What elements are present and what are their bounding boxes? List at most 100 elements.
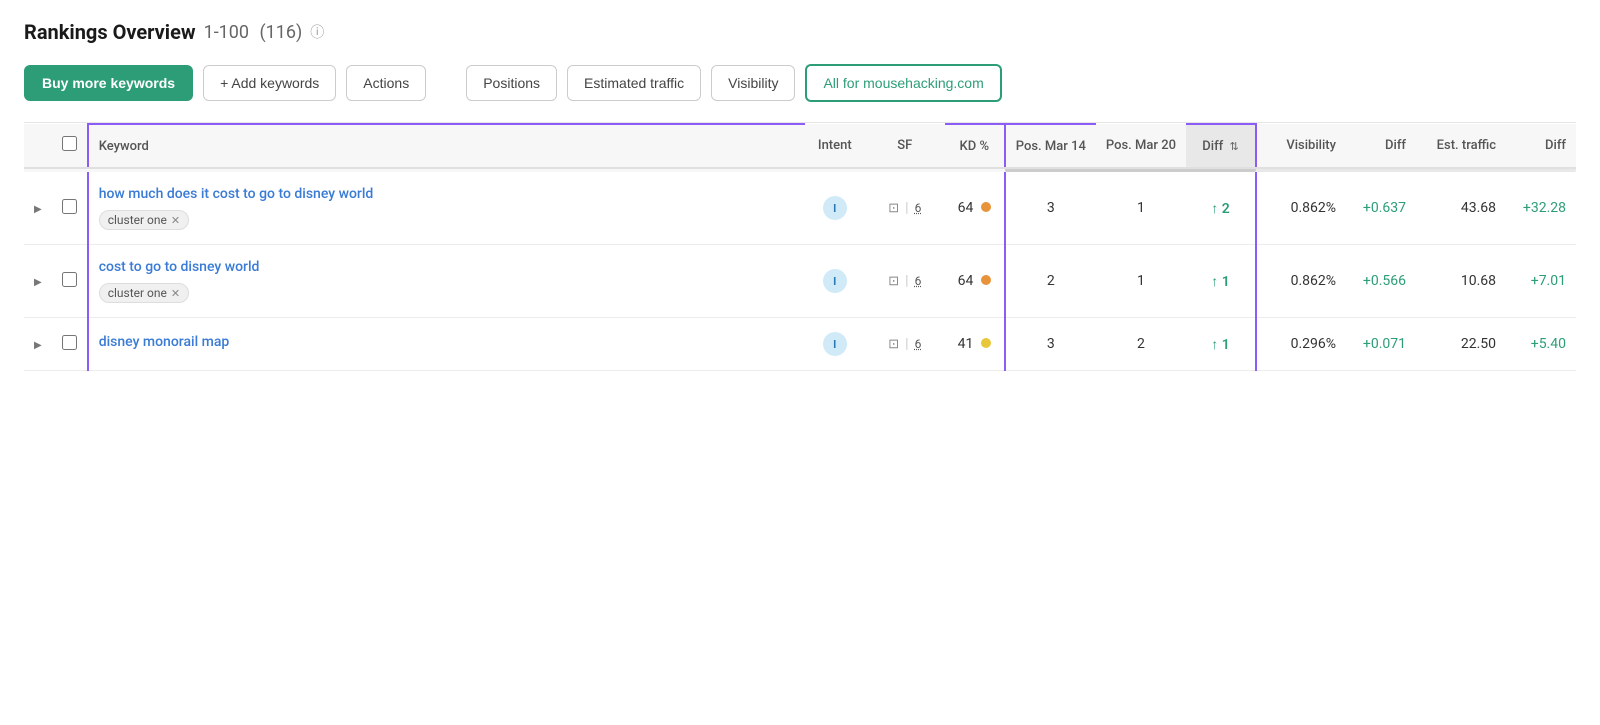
add-keywords-button[interactable]: + Add keywords bbox=[203, 65, 336, 101]
row3-diff: ↑ 1 bbox=[1186, 318, 1256, 371]
row2-expand[interactable]: ▶ bbox=[24, 245, 52, 318]
row1-sf-num: 6 bbox=[915, 201, 922, 215]
chevron-right-icon: ▶ bbox=[34, 277, 42, 288]
row3-expand[interactable]: ▶ bbox=[24, 318, 52, 371]
row1-pos-mar20: 1 bbox=[1096, 172, 1186, 245]
row3-keyword-link[interactable]: disney monorail map bbox=[99, 334, 795, 350]
row1-checkbox-cell bbox=[52, 172, 88, 245]
th-intent: Intent bbox=[805, 124, 865, 168]
th-pos-mar20: Pos. Mar 20 bbox=[1096, 124, 1186, 168]
row3-est-traffic: 22.50 bbox=[1416, 318, 1506, 371]
th-checkbox bbox=[52, 124, 88, 168]
th-est-traffic: Est. traffic bbox=[1416, 124, 1506, 168]
row3-kd: 41 bbox=[945, 318, 1005, 371]
table-container: Keyword Intent SF KD % Pos. Mar 14 Pos. … bbox=[24, 123, 1576, 371]
row2-checkbox[interactable] bbox=[62, 272, 77, 287]
row3-intent: I bbox=[805, 318, 865, 371]
row2-est-traffic: 10.68 bbox=[1416, 245, 1506, 318]
row1-diff: ↑ 2 bbox=[1186, 172, 1256, 245]
row1-keyword-link[interactable]: how much does it cost to go to disney wo… bbox=[99, 186, 795, 202]
row3-vis-diff: +0.071 bbox=[1346, 318, 1416, 371]
row2-sf-icon: ⊡ bbox=[888, 274, 899, 289]
actions-button[interactable]: Actions bbox=[346, 65, 426, 101]
row2-intent-badge: I bbox=[823, 269, 847, 293]
row1-sf-icon: ⊡ bbox=[888, 201, 899, 216]
chevron-right-icon: ▶ bbox=[34, 340, 42, 351]
row2-intent: I bbox=[805, 245, 865, 318]
row2-keyword-cell: cost to go to disney world cluster one ✕ bbox=[88, 245, 805, 318]
row1-est-traffic: 43.68 bbox=[1416, 172, 1506, 245]
row3-pos-mar20: 2 bbox=[1096, 318, 1186, 371]
row2-vis-diff: +0.566 bbox=[1346, 245, 1416, 318]
row2-keyword-link[interactable]: cost to go to disney world bbox=[99, 259, 795, 275]
row2-diff-value: ↑ 1 bbox=[1211, 274, 1229, 290]
row3-sf-icon: ⊡ bbox=[888, 337, 899, 352]
row1-cluster-tag: cluster one ✕ bbox=[99, 210, 189, 230]
row2-diff: ↑ 1 bbox=[1186, 245, 1256, 318]
row1-pos-mar14: 3 bbox=[1005, 172, 1096, 245]
row1-vis-diff: +0.637 bbox=[1346, 172, 1416, 245]
tab-all-for[interactable]: All for mousehacking.com bbox=[805, 64, 1001, 102]
tab-visibility[interactable]: Visibility bbox=[711, 65, 795, 101]
row3-checkbox[interactable] bbox=[62, 335, 77, 350]
toolbar: Buy more keywords + Add keywords Actions… bbox=[24, 64, 1576, 102]
th-pos-mar14: Pos. Mar 14 bbox=[1005, 124, 1096, 168]
th-sf: SF bbox=[865, 124, 945, 168]
row2-pos-mar14: 2 bbox=[1005, 245, 1096, 318]
th-diff1[interactable]: Diff ⇅ bbox=[1186, 124, 1256, 168]
tab-positions[interactable]: Positions bbox=[466, 65, 557, 101]
buy-keywords-button[interactable]: Buy more keywords bbox=[24, 65, 193, 101]
row1-kd-dot bbox=[981, 202, 991, 212]
info-icon[interactable]: ⓘ bbox=[310, 22, 324, 42]
table-body: ▶ how much does it cost to go to disney … bbox=[24, 172, 1576, 371]
row3-checkbox-cell bbox=[52, 318, 88, 371]
row1-keyword-cell: how much does it cost to go to disney wo… bbox=[88, 172, 805, 245]
row2-sf: ⊡ | 6 bbox=[865, 245, 945, 318]
row1-expand[interactable]: ▶ bbox=[24, 172, 52, 245]
row3-sf: ⊡ | 6 bbox=[865, 318, 945, 371]
row3-visibility: 0.296% bbox=[1256, 318, 1346, 371]
th-keyword: Keyword bbox=[88, 124, 805, 168]
row2-pos-mar20: 1 bbox=[1096, 245, 1186, 318]
select-all-checkbox[interactable] bbox=[62, 136, 77, 151]
row2-sf-num: 6 bbox=[915, 274, 922, 288]
row1-cluster-remove[interactable]: ✕ bbox=[171, 214, 180, 227]
table-row: ▶ cost to go to disney world cluster one… bbox=[24, 245, 1576, 318]
page-range: 1-100 (116) bbox=[204, 22, 303, 43]
th-visibility: Visibility bbox=[1256, 124, 1346, 168]
row1-sf: ⊡ | 6 bbox=[865, 172, 945, 245]
row2-checkbox-cell bbox=[52, 245, 88, 318]
row1-intent: I bbox=[805, 172, 865, 245]
rankings-table: Keyword Intent SF KD % Pos. Mar 14 Pos. … bbox=[24, 123, 1576, 371]
row1-visibility: 0.862% bbox=[1256, 172, 1346, 245]
row2-kd: 64 bbox=[945, 245, 1005, 318]
row3-intent-badge: I bbox=[823, 332, 847, 356]
row1-diff-value: ↑ 2 bbox=[1211, 201, 1229, 217]
page-title: Rankings Overview bbox=[24, 20, 196, 44]
sort-icon: ⇅ bbox=[1230, 140, 1239, 153]
tab-estimated-traffic[interactable]: Estimated traffic bbox=[567, 65, 701, 101]
row2-cluster-tag: cluster one ✕ bbox=[99, 283, 189, 303]
row1-traffic-diff: +32.28 bbox=[1506, 172, 1576, 245]
table-wrapper: Keyword Intent SF KD % Pos. Mar 14 Pos. … bbox=[24, 123, 1576, 371]
row3-pos-mar14: 3 bbox=[1005, 318, 1096, 371]
row1-checkbox[interactable] bbox=[62, 199, 77, 214]
page-wrapper: Rankings Overview 1-100 (116) ⓘ Buy more… bbox=[0, 0, 1600, 391]
row2-traffic-diff: +7.01 bbox=[1506, 245, 1576, 318]
th-expand bbox=[24, 124, 52, 168]
row3-traffic-diff: +5.40 bbox=[1506, 318, 1576, 371]
table-row: ▶ how much does it cost to go to disney … bbox=[24, 172, 1576, 245]
row3-kd-dot bbox=[981, 338, 991, 348]
page-header: Rankings Overview 1-100 (116) ⓘ bbox=[24, 20, 1576, 44]
row2-visibility: 0.862% bbox=[1256, 245, 1346, 318]
th-diff3: Diff bbox=[1506, 124, 1576, 168]
row3-diff-value: ↑ 1 bbox=[1211, 337, 1229, 353]
row2-kd-dot bbox=[981, 275, 991, 285]
row1-kd: 64 bbox=[945, 172, 1005, 245]
table-row: ▶ disney monorail map I bbox=[24, 318, 1576, 371]
th-kd: KD % bbox=[945, 124, 1005, 168]
row3-keyword-cell: disney monorail map bbox=[88, 318, 805, 371]
row3-sf-num: 6 bbox=[915, 337, 922, 351]
chevron-right-icon: ▶ bbox=[34, 204, 42, 215]
row2-cluster-remove[interactable]: ✕ bbox=[171, 287, 180, 300]
